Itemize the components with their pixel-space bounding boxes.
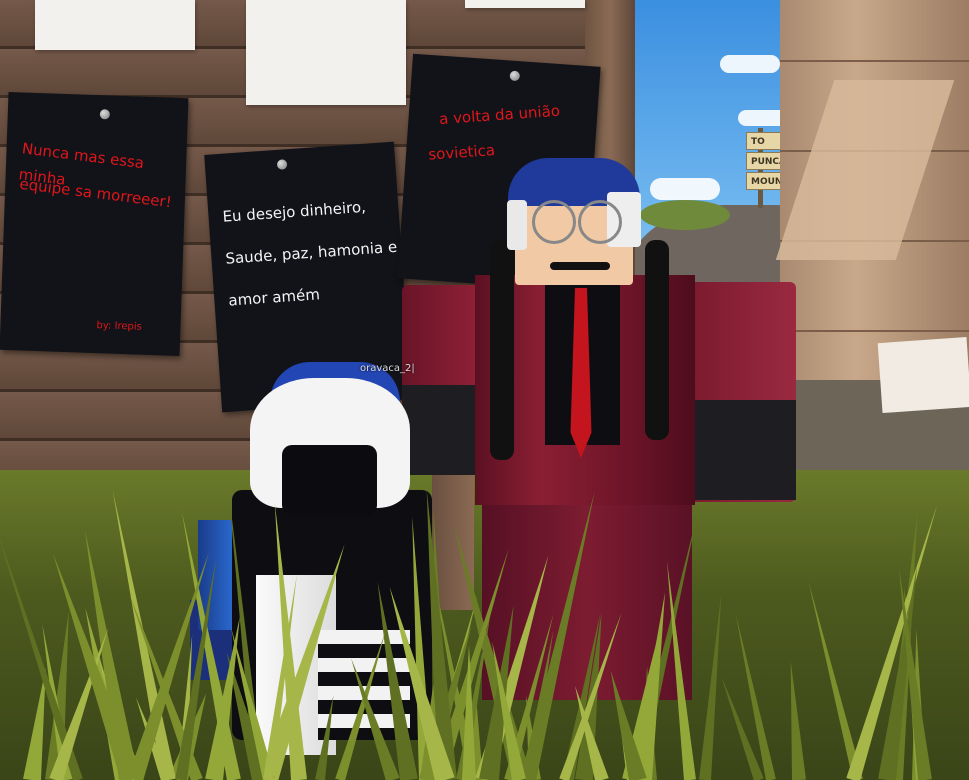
wooden-stake [432, 470, 474, 610]
cloud [720, 55, 780, 73]
pin-icon [509, 70, 521, 82]
hill-grass [640, 200, 730, 230]
blank-note [35, 0, 195, 50]
note-2-line-1: Eu desejo dinheiro, [221, 197, 367, 226]
note-3-line-2: sovietica [427, 141, 496, 164]
game-viewport[interactable]: TO PUNCAK MOUNT Nunca mas essa minha equ… [0, 0, 969, 780]
white-paper [877, 336, 969, 414]
board-line [780, 60, 969, 62]
blank-note [246, 0, 406, 105]
note-card-1[interactable]: Nunca mas essa minha equipe sa morreeer!… [0, 91, 189, 357]
note-card-3[interactable]: a volta da união sovietica [397, 53, 601, 292]
pin-icon [276, 159, 288, 170]
note-2-line-2: Saude, paz, hamonia e [224, 237, 398, 268]
board-line [780, 330, 969, 332]
note-card-2[interactable]: Eu desejo dinheiro, Saude, paz, hamonia … [204, 141, 412, 413]
pin-icon [99, 109, 111, 120]
cloud [650, 178, 720, 200]
grass-field [0, 470, 969, 780]
blank-note [465, 0, 585, 8]
note-3-line-1: a volta da união [438, 101, 561, 129]
note-1-signature: by: Irepis [96, 320, 143, 333]
note-2-line-3: amor amém [227, 285, 321, 310]
